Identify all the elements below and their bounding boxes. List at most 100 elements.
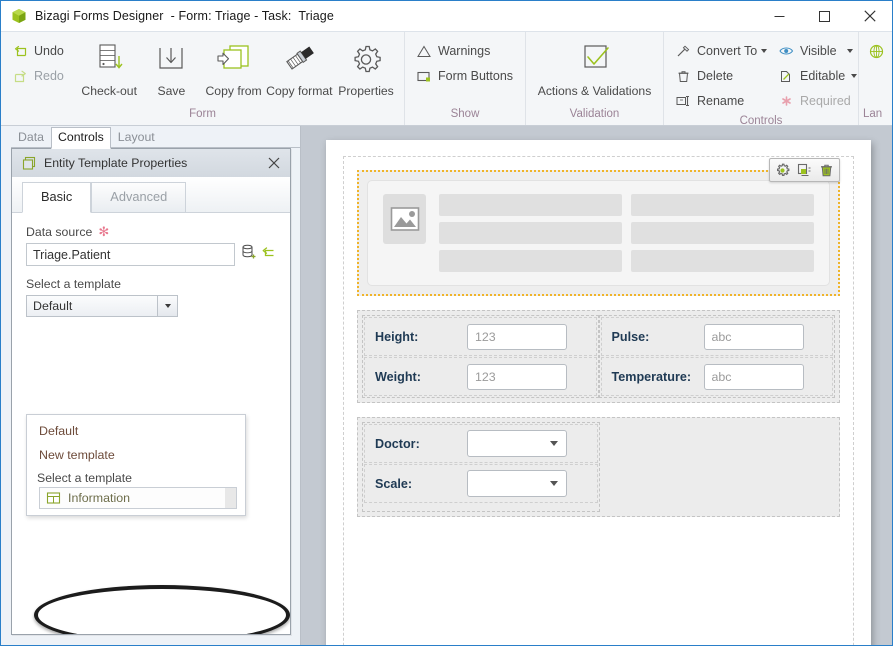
scale-label: Scale: [375,476,413,491]
panel-tabstrip: Data Controls Layout [1,126,300,149]
entity-template-card [367,180,830,286]
required-asterisk-icon [777,93,795,109]
trash-icon [674,68,692,84]
placeholder-bar [631,222,814,244]
warnings-label: Warnings [438,44,491,58]
tab-controls[interactable]: Controls [50,127,111,149]
editable-button[interactable]: Editable [773,65,863,87]
ribbon-group-label-language: Lan [863,108,883,120]
check-out-label: Check-out [81,84,137,98]
actions-validations-button[interactable]: Actions & Validations [536,36,654,98]
chevron-down-icon[interactable] [846,49,853,53]
title-bar: Bizagi Forms Designer - Form: Triage - T… [1,1,892,31]
visible-button[interactable]: Visible [773,40,863,62]
field-row-temperature[interactable]: Temperature: abc [600,357,833,396]
add-entity-icon[interactable] [241,244,257,266]
subtab-basic[interactable]: Basic [22,182,92,213]
trash-icon[interactable] [817,161,836,179]
close-button[interactable] [847,1,892,31]
properties-label: Properties [338,84,394,98]
maximize-button[interactable] [802,1,847,31]
check-out-icon [78,40,140,80]
rename-button[interactable]: Rename [670,90,773,112]
data-source-row [26,243,276,266]
chevron-down-icon[interactable] [157,296,177,316]
assignment-section: Doctor: Scale: [357,417,840,517]
image-placeholder-icon [383,194,426,244]
panel-body: Data source ✻ Triage.Patient Select a te… [12,213,290,634]
template-dropdown-list: Default New template Select a template I… [26,414,246,516]
doctor-combobox[interactable] [467,430,567,457]
ribbon-group-controls: Convert To Delete Rename Visible Editabl… [663,32,858,127]
controls-commands-right: Visible Editable Required [773,36,863,112]
convert-to-button[interactable]: Convert To [670,40,773,62]
convert-to-wand-icon [674,43,692,59]
panel-header: Entity Template Properties [12,149,290,177]
pulse-input[interactable]: abc [703,323,804,350]
warnings-button[interactable]: Warnings [411,40,519,62]
form-buttons-button[interactable]: Form Buttons [411,65,519,87]
data-source-input[interactable] [26,243,235,266]
dropdown-item-information-label: Information [68,491,130,505]
ribbon-group-label-validation: Validation [569,108,620,120]
ribbon-group-form: Undo Redo Check-out Save Copy from Copy … [1,32,404,125]
select-template-label: Select a template [26,277,122,291]
save-button[interactable]: Save [140,36,202,98]
copy-format-label: Copy format [266,84,333,98]
rename-icon [674,93,692,109]
relation-arrow-icon[interactable] [259,245,276,264]
form-buttons-icon [415,68,433,84]
entity-placeholder-grid [439,194,814,272]
height-input[interactable]: 123 [467,323,567,350]
redo-button[interactable]: Redo [7,65,78,87]
form-buttons-label: Form Buttons [438,69,514,83]
placeholder-bar [631,250,814,272]
template-combobox[interactable]: Default [26,295,178,317]
delete-button[interactable]: Delete [670,65,773,87]
data-source-label: Data source [26,225,93,239]
convert-to-label: Convert To [697,44,758,58]
gear-properties-icon [334,40,398,80]
entity-template-region[interactable] [357,158,840,296]
scale-combobox[interactable] [467,470,567,497]
weight-input[interactable]: 123 [467,363,567,390]
redo-arrow-icon [11,68,29,84]
actions-validations-label: Actions & Validations [537,84,652,98]
field-row-doctor[interactable]: Doctor: [364,424,598,463]
subtab-advanced[interactable]: Advanced [91,182,187,212]
redo-label: Redo [34,69,64,83]
field-row-pulse[interactable]: Pulse: abc [600,317,833,356]
panel-subtabs: Basic Advanced [12,177,290,213]
panel-title: Entity Template Properties [44,156,188,170]
field-row-height[interactable]: Height: 123 [364,317,597,356]
field-row-scale[interactable]: Scale: [364,464,598,503]
tab-data[interactable]: Data [11,128,51,148]
field-row-weight[interactable]: Weight: 123 [364,357,597,396]
chevron-down-icon[interactable] [761,49,768,53]
required-label: Required [800,94,851,108]
dropdown-item-default[interactable]: Default [27,419,245,443]
dropdown-item-information[interactable]: Information [39,487,237,509]
copy-from-button[interactable]: Copy from [203,36,265,98]
temperature-input[interactable]: abc [703,363,804,390]
temperature-label: Temperature: [611,369,692,384]
close-icon[interactable] [264,153,284,173]
ribbon-group-label-form: Form [189,108,216,120]
properties-button[interactable]: Properties [334,36,398,98]
copy-format-button[interactable]: Copy format [265,36,334,98]
checkmark-box-icon [536,40,654,80]
tab-layout[interactable]: Layout [111,128,162,148]
language-button[interactable] [867,40,890,62]
undo-arrow-icon [11,43,29,59]
gear-icon[interactable] [773,161,792,179]
undo-button[interactable]: Undo [7,40,78,62]
required-button[interactable]: Required [773,90,863,112]
duplicate-icon[interactable] [795,161,814,179]
chevron-down-icon[interactable] [851,74,858,78]
chevron-down-icon [550,481,558,486]
ribbon-group-label-show: Show [450,108,480,120]
check-out-button[interactable]: Check-out [78,36,140,98]
delete-label: Delete [697,69,734,83]
minimize-button[interactable] [757,1,802,31]
dropdown-item-new-template[interactable]: New template [27,443,245,467]
